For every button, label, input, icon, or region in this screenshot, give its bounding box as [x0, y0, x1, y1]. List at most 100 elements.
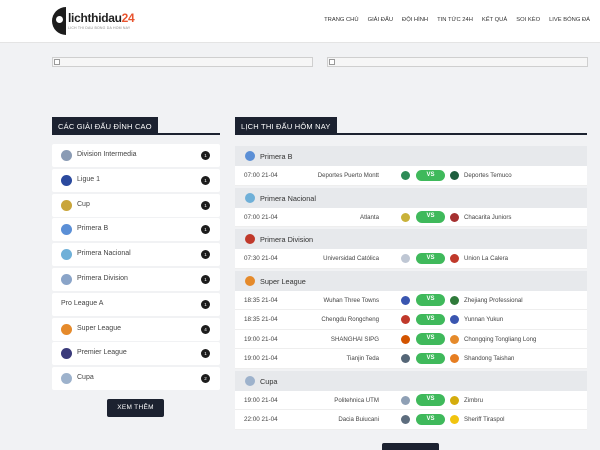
league-count-badge: 1: [201, 274, 210, 284]
match-row[interactable]: 07:00 21-04 Deportes Puerto Montt VS Deport…: [235, 166, 587, 186]
vs-badge[interactable]: VS: [416, 252, 445, 264]
home-team-name: Deportes Puerto Montt: [317, 172, 379, 179]
match-time: 07:00 21-04: [244, 172, 278, 179]
league-logo-icon: [61, 199, 72, 211]
match-row[interactable]: 19:00 21-04 Politehnica UTM VS Zimbru: [235, 390, 587, 410]
nav-live[interactable]: LIVE BÓNG ĐÁ: [549, 17, 590, 23]
league-item[interactable]: Primera Division 1: [52, 267, 220, 291]
league-name: Primera Nacional: [77, 250, 131, 258]
divider: [52, 133, 220, 135]
league-group-name: Super League: [260, 276, 306, 286]
match-row[interactable]: 22:00 21-04 Dacia Buiucani VS Sheriff Tiras…: [235, 410, 587, 430]
league-logo-icon: [61, 224, 72, 236]
league-name: Ligue 1: [77, 175, 100, 183]
home-team-name: Chengdu Rongcheng: [321, 316, 379, 323]
league-group-header[interactable]: Primera B: [235, 146, 587, 166]
home-team-logo-icon: [401, 315, 410, 324]
away-team-logo-icon: [450, 171, 459, 180]
home-team-name: Politehnica UTM: [334, 396, 379, 404]
league-group-header[interactable]: Primera Nacional: [235, 187, 587, 208]
vs-badge[interactable]: VS: [416, 211, 445, 223]
vs-badge[interactable]: VS: [416, 294, 445, 306]
home-team-logo-icon: [401, 354, 410, 363]
site-logo[interactable]: lichthidau24 LICH THI DAU BONG DA HOM NA…: [52, 7, 135, 37]
league-list: Division Intermedia 1 Ligue 1 1 Cup 1 Primera …: [52, 144, 220, 392]
league-item[interactable]: Primera B 1: [52, 218, 220, 242]
league-group-header[interactable]: Primera Division: [235, 229, 587, 249]
league-logo-icon: [61, 323, 72, 335]
league-count-badge: 1: [201, 250, 210, 260]
league-item[interactable]: Cup 1: [52, 193, 220, 217]
home-team-name: SHANGHAI SIPG: [330, 335, 379, 343]
match-row[interactable]: 18:35 21-04 Wuhan Three Towns VS Zhejiang P…: [235, 290, 587, 310]
match-time: 19:00 21-04: [244, 335, 278, 343]
vs-badge[interactable]: VS: [416, 333, 445, 345]
league-count-badge: 1: [201, 151, 210, 160]
away-team-logo-icon: [450, 395, 459, 405]
nav-results[interactable]: KẾT QUẢ: [482, 17, 507, 23]
league-item[interactable]: Premier League 1: [52, 342, 220, 366]
match-time: 07:00 21-04: [244, 213, 278, 221]
away-team-name: Zimbru: [464, 396, 483, 404]
nav-teams[interactable]: ĐỘI HÌNH: [402, 17, 428, 23]
home-team-name: Universidad Católica: [323, 255, 379, 262]
match-row[interactable]: 18:35 21-04 Chengdu Rongcheng VS Yunnan Yuk…: [235, 310, 587, 330]
league-group-name: Cupa: [260, 376, 278, 386]
away-team-logo-icon: [450, 212, 459, 222]
league-item[interactable]: Cupa 2: [52, 367, 220, 391]
away-team-name: Sheriff Tiraspol: [464, 416, 505, 423]
league-item[interactable]: Super League 4: [52, 317, 220, 341]
banner-left[interactable]: [52, 57, 313, 67]
soccer-ball-icon: [52, 7, 66, 35]
main-nav: TRANG CHỦ GIẢI ĐẤU ĐỘI HÌNH TIN TỨC 24H …: [324, 17, 590, 23]
league-logo-icon: [61, 174, 72, 186]
league-name: Primera B: [77, 225, 109, 233]
nav-leagues[interactable]: GIẢI ĐẤU: [368, 17, 393, 23]
league-item[interactable]: Primera Nacional 1: [52, 243, 220, 267]
away-team-name: Yunnan Yukun: [464, 316, 504, 323]
vs-badge[interactable]: VS: [416, 313, 445, 325]
today-schedule-title: LỊCH THI ĐẤU HÔM NAY: [235, 117, 337, 134]
league-count-badge: 2: [201, 374, 210, 384]
league-item[interactable]: Division Intermedia 1: [52, 144, 220, 167]
league-logo-icon: [61, 373, 72, 385]
nav-home[interactable]: TRANG CHỦ: [324, 17, 358, 23]
league-group-name: Primera Division: [260, 235, 314, 244]
league-count-badge: 1: [201, 175, 210, 185]
home-team-name: Wuhan Three Towns: [323, 296, 379, 304]
match-time: 18:35 21-04: [244, 316, 278, 323]
match-row[interactable]: 19:00 21-04 Tianjin Teda VS Shandong Taisha…: [235, 349, 587, 369]
see-more-button[interactable]: XEM THÊM: [107, 399, 164, 417]
vs-badge[interactable]: VS: [416, 394, 445, 406]
league-logo-icon: [245, 192, 255, 203]
match-row[interactable]: 07:00 21-04 Atlanta VS Chacarita Juniors: [235, 207, 587, 227]
away-team-logo-icon: [450, 295, 459, 305]
league-item[interactable]: Pro League A 1: [52, 292, 220, 316]
away-team-name: Chacarita Juniors: [464, 213, 512, 221]
vs-badge[interactable]: VS: [416, 413, 445, 425]
broken-image-icon: [329, 59, 335, 65]
schedule-list: Primera B 07:00 21-04 Deportes Puerto Mont…: [235, 144, 587, 430]
home-team-name: Dacia Buiucani: [338, 416, 379, 423]
league-count-badge: 1: [201, 349, 210, 359]
vs-badge[interactable]: VS: [416, 169, 445, 181]
nav-news[interactable]: TIN TỨC 24H: [437, 17, 473, 23]
league-logo-icon: [61, 348, 72, 360]
league-group-header[interactable]: Cupa: [235, 370, 587, 391]
broken-image-icon: [54, 59, 60, 65]
league-logo-icon: [61, 273, 72, 285]
match-time: 19:00 21-04: [244, 355, 278, 362]
league-name: Division Intermedia: [77, 151, 137, 158]
league-group-header[interactable]: Super League: [235, 270, 587, 291]
match-row[interactable]: 19:00 21-04 SHANGHAI SIPG VS Chongqing Tong…: [235, 329, 587, 349]
match-row[interactable]: 07:30 21-04 Universidad Católica VS Union L…: [235, 249, 587, 269]
nav-odds[interactable]: SOI KÈO: [516, 17, 540, 23]
see-more-schedule-button[interactable]: [382, 443, 439, 450]
league-count-badge: 1: [201, 200, 210, 210]
away-team-logo-icon: [450, 315, 459, 324]
vs-badge[interactable]: VS: [416, 352, 445, 364]
home-team-logo-icon: [401, 212, 410, 222]
banner-right[interactable]: [327, 57, 588, 67]
away-team-name: Deportes Temuco: [464, 172, 512, 179]
league-item[interactable]: Ligue 1 1: [52, 168, 220, 192]
